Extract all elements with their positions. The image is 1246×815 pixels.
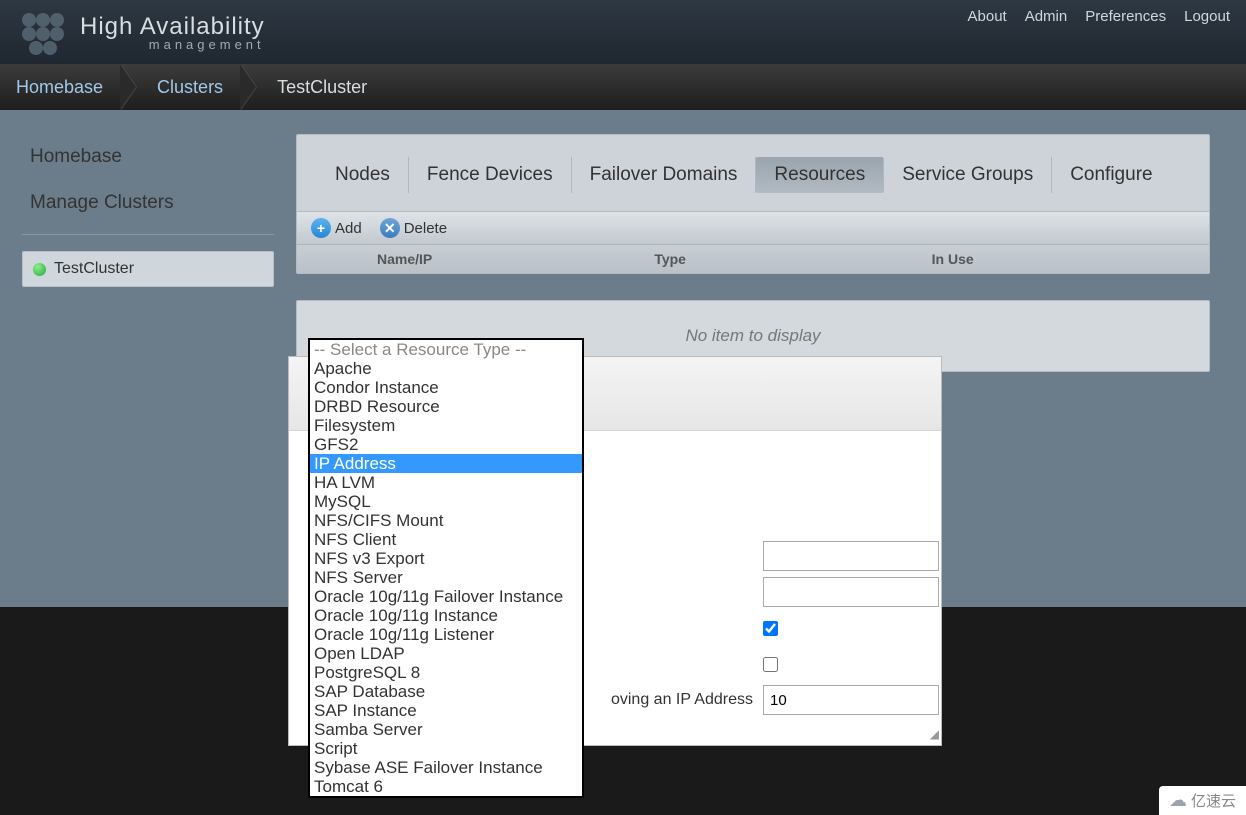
- tab-failover-domains[interactable]: Failover Domains: [572, 157, 757, 193]
- select-option[interactable]: IP Address: [310, 454, 582, 473]
- select-option[interactable]: Open LDAP: [310, 644, 582, 663]
- tab-fence-devices[interactable]: Fence Devices: [409, 157, 572, 193]
- tab-nodes[interactable]: Nodes: [317, 157, 409, 193]
- delete-label: Delete: [404, 220, 447, 237]
- select-option[interactable]: HA LVM: [310, 473, 582, 492]
- cluster-name: TestCluster: [54, 260, 134, 278]
- select-option[interactable]: PostgreSQL 8: [310, 663, 582, 682]
- nav-logout[interactable]: Logout: [1184, 8, 1230, 25]
- logo-icon: [16, 8, 70, 56]
- nav-about[interactable]: About: [968, 8, 1007, 25]
- select-option[interactable]: SAP Database: [310, 682, 582, 701]
- select-option[interactable]: Oracle 10g/11g Listener: [310, 625, 582, 644]
- sidebar: Homebase Manage Clusters TestCluster: [0, 134, 296, 372]
- col-name: Name/IP: [377, 251, 654, 267]
- select-option[interactable]: Apache: [310, 359, 582, 378]
- select-placeholder[interactable]: -- Select a Resource Type --: [310, 340, 582, 359]
- select-option[interactable]: Condor Instance: [310, 378, 582, 397]
- sidebar-homebase[interactable]: Homebase: [22, 134, 274, 180]
- status-dot-icon: [33, 263, 46, 276]
- breadcrumb: Homebase Clusters TestCluster: [0, 64, 1246, 110]
- select-option[interactable]: NFS Server: [310, 568, 582, 587]
- tab-configure[interactable]: Configure: [1052, 157, 1170, 193]
- x-icon: ✕: [380, 218, 400, 238]
- top-nav: About Admin Preferences Logout: [968, 8, 1231, 25]
- watermark: ☁ 亿速云: [1159, 786, 1246, 815]
- select-option[interactable]: NFS Client: [310, 530, 582, 549]
- breadcrumb-current: TestCluster: [277, 77, 385, 98]
- select-option[interactable]: Script: [310, 739, 582, 758]
- delete-button[interactable]: ✕ Delete: [380, 218, 447, 238]
- watermark-text: 亿速云: [1191, 790, 1236, 811]
- select-option[interactable]: GFS2: [310, 435, 582, 454]
- tab-service-groups[interactable]: Service Groups: [884, 157, 1052, 193]
- content-panel: Nodes Fence Devices Failover Domains Res…: [296, 134, 1210, 372]
- chevron-right-icon: [241, 64, 265, 110]
- select-option[interactable]: SAP Instance: [310, 701, 582, 720]
- logo: High Availability management: [16, 8, 265, 56]
- add-label: Add: [335, 220, 362, 237]
- breadcrumb-clusters[interactable]: Clusters: [157, 77, 241, 98]
- col-blank: [297, 251, 377, 267]
- cloud-icon: ☁: [1169, 790, 1187, 811]
- select-option[interactable]: DRBD Resource: [310, 397, 582, 416]
- app-header: High Availability management About Admin…: [0, 0, 1246, 64]
- nav-preferences[interactable]: Preferences: [1085, 8, 1166, 25]
- sidebar-cluster-item[interactable]: TestCluster: [22, 251, 274, 287]
- tabs: Nodes Fence Devices Failover Domains Res…: [297, 135, 1209, 211]
- cluster-panel: Nodes Fence Devices Failover Domains Res…: [296, 134, 1210, 274]
- plus-icon: +: [311, 218, 331, 238]
- resource-type-select[interactable]: -- Select a Resource Type -- ApacheCondo…: [308, 338, 584, 798]
- col-type: Type: [654, 251, 931, 267]
- select-option[interactable]: Samba Server: [310, 720, 582, 739]
- tab-resources[interactable]: Resources: [756, 157, 884, 193]
- select-option[interactable]: Sybase ASE Failover Instance: [310, 758, 582, 777]
- col-inuse: In Use: [932, 251, 1209, 267]
- add-button[interactable]: + Add: [311, 218, 362, 238]
- netmask-input[interactable]: [763, 577, 939, 607]
- empty-message: No item to display: [685, 326, 820, 346]
- disable-checkbox[interactable]: [763, 657, 778, 672]
- select-option[interactable]: Oracle 10g/11g Instance: [310, 606, 582, 625]
- select-option[interactable]: NFS v3 Export: [310, 549, 582, 568]
- select-option[interactable]: NFS/CIFS Mount: [310, 511, 582, 530]
- sleeptime-input[interactable]: [763, 685, 939, 715]
- select-option[interactable]: MySQL: [310, 492, 582, 511]
- select-option[interactable]: Tomcat 6: [310, 777, 582, 796]
- nav-admin[interactable]: Admin: [1025, 8, 1068, 25]
- divider: [22, 234, 274, 235]
- chevron-right-icon: [121, 64, 145, 110]
- select-option[interactable]: Oracle 10g/11g Failover Instance: [310, 587, 582, 606]
- ip-address-input[interactable]: [763, 541, 939, 571]
- table-header: Name/IP Type In Use: [297, 244, 1209, 273]
- sidebar-manage-clusters[interactable]: Manage Clusters: [22, 180, 274, 226]
- select-option[interactable]: Filesystem: [310, 416, 582, 435]
- monitor-checkbox[interactable]: [763, 621, 778, 636]
- main-area: Homebase Manage Clusters TestCluster Nod…: [0, 110, 1246, 372]
- toolbar: + Add ✕ Delete: [297, 211, 1209, 244]
- breadcrumb-homebase[interactable]: Homebase: [16, 77, 121, 98]
